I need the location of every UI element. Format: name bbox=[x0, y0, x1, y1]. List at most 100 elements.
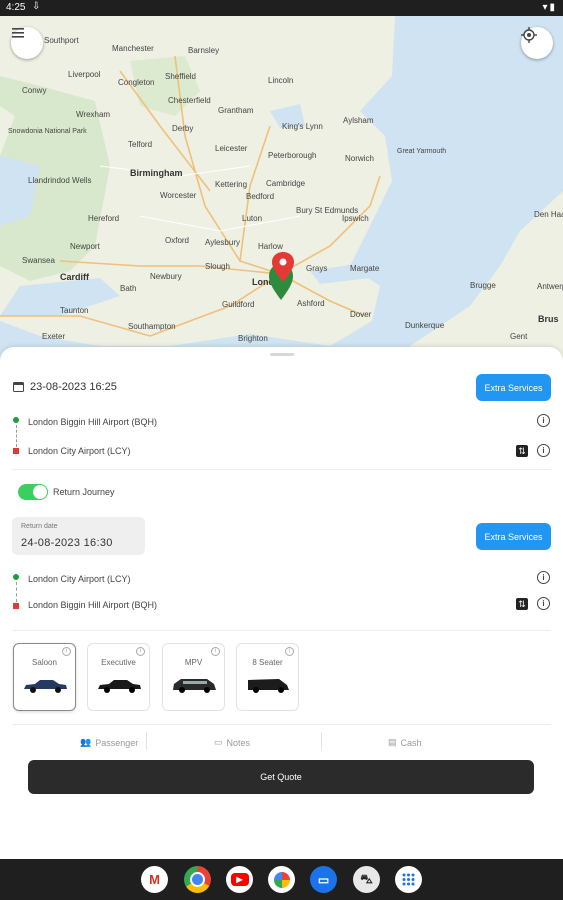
map-label-kettering: Kettering bbox=[215, 180, 248, 189]
map-label-exeter: Exeter bbox=[42, 332, 66, 341]
notes-option[interactable]: ▭ Notes bbox=[214, 737, 250, 748]
map-label-taunton: Taunton bbox=[60, 306, 89, 315]
vehicle-name: MPV bbox=[184, 658, 203, 667]
separator bbox=[146, 732, 147, 750]
map-label-leicester: Leicester bbox=[215, 144, 248, 153]
map-label-den-haag: Den Haag bbox=[534, 210, 563, 219]
map-label-aylsham: Aylsham bbox=[343, 116, 374, 125]
map-label-gent: Gent bbox=[510, 332, 528, 341]
map-label-liverpool: Liverpool bbox=[68, 70, 101, 79]
return-date-field[interactable]: Return date 24-08-2023 16:30 bbox=[12, 517, 145, 555]
map-label-southport: Southport bbox=[44, 36, 79, 45]
vehicle-card-executive[interactable]: i Executive bbox=[87, 643, 150, 711]
map-label-aylesbury: Aylesbury bbox=[205, 238, 240, 247]
map-label-llandrindod: Llandrindod Wells bbox=[28, 176, 92, 185]
return-pickup[interactable]: London City Airport (LCY) bbox=[28, 574, 131, 584]
map-label-ashford: Ashford bbox=[297, 299, 325, 308]
drag-handle[interactable] bbox=[270, 353, 294, 356]
vehicle-card-saloon[interactable]: i Saloon bbox=[13, 643, 76, 711]
gmail-icon[interactable]: M bbox=[141, 866, 168, 893]
executive-car-icon bbox=[98, 680, 141, 693]
return-date-label: Return date bbox=[21, 523, 58, 530]
map-label-chesterfield: Chesterfield bbox=[168, 96, 211, 105]
map-label-barnsley: Barnsley bbox=[188, 46, 220, 55]
pin-dot bbox=[279, 258, 287, 266]
map-label-margate: Margate bbox=[350, 264, 380, 273]
grid-dots bbox=[402, 873, 415, 886]
map-label-great-yarmouth: Great Yarmouth bbox=[397, 148, 447, 155]
map-pins[interactable] bbox=[266, 252, 296, 302]
return-dropoff[interactable]: London Biggin Hill Airport (BQH) bbox=[28, 600, 157, 610]
map-label-snowdonia: Snowdonia National Park bbox=[8, 128, 87, 135]
map-label-telford: Telford bbox=[128, 140, 153, 149]
divider bbox=[12, 724, 551, 725]
payment-option[interactable]: ▤ Cash bbox=[388, 737, 422, 748]
info-icon[interactable]: i bbox=[211, 647, 220, 656]
vehicle-name: Executive bbox=[101, 658, 136, 667]
map-view[interactable]: Southport Manchester Barnsley Liverpool … bbox=[0, 16, 563, 361]
passenger-option[interactable]: 👥 Passenger bbox=[80, 737, 138, 748]
get-quote-button[interactable]: Get Quote bbox=[28, 760, 534, 794]
map-label-antwerp: Antwerp bbox=[537, 282, 563, 291]
map-label-cambridge: Cambridge bbox=[266, 179, 306, 188]
map-label-brugge: Brugge bbox=[470, 281, 496, 290]
chrome-icon[interactable] bbox=[184, 866, 211, 893]
info-icon[interactable]: i bbox=[285, 647, 294, 656]
vehicle-card-mpv[interactable]: i MPV bbox=[162, 643, 225, 711]
messages-icon[interactable]: ▭ bbox=[310, 866, 337, 893]
locate-me-button[interactable] bbox=[521, 27, 553, 59]
app-drawer-icon[interactable] bbox=[395, 866, 422, 893]
vehicle-card-8-seater[interactable]: i 8 Seater bbox=[236, 643, 299, 711]
map-label-peterborough: Peterborough bbox=[268, 151, 317, 160]
map-label-hereford: Hereford bbox=[88, 214, 120, 223]
map-label-grantham: Grantham bbox=[218, 106, 254, 115]
photos-icon[interactable] bbox=[268, 866, 295, 893]
map-label-swansea: Swansea bbox=[22, 256, 55, 265]
pickup-datetime[interactable]: 23-08-2023 16:25 bbox=[30, 381, 117, 393]
map-label-bedford: Bedford bbox=[246, 192, 275, 201]
youtube-play: ▶ bbox=[230, 873, 249, 886]
map-label-brighton: Brighton bbox=[238, 334, 268, 343]
info-icon[interactable]: i bbox=[537, 597, 550, 610]
outbound-dropoff[interactable]: London City Airport (LCY) bbox=[28, 446, 131, 456]
menu-button[interactable] bbox=[11, 27, 43, 59]
map-label-southampton: Southampton bbox=[128, 322, 176, 331]
map-label-wrexham: Wrexham bbox=[76, 110, 111, 119]
info-icon[interactable]: i bbox=[62, 647, 71, 656]
battery-icon: ▮ bbox=[549, 2, 557, 13]
map-label-worcester: Worcester bbox=[160, 191, 197, 200]
map-label-manchester: Manchester bbox=[112, 44, 154, 53]
map-label-congleton: Congleton bbox=[118, 78, 155, 87]
photos-pinwheel bbox=[273, 871, 290, 888]
map-label-birmingham: Birmingham bbox=[130, 168, 183, 178]
map-label-luton: Luton bbox=[242, 214, 263, 223]
info-icon[interactable]: i bbox=[537, 571, 550, 584]
return-journey-toggle[interactable] bbox=[18, 484, 48, 500]
swap-icon[interactable]: ⇅ bbox=[516, 598, 528, 610]
pickup-dot bbox=[13, 417, 19, 423]
status-time: 4:25 bbox=[6, 2, 26, 13]
map-label-harlow: Harlow bbox=[258, 242, 283, 251]
map-label-kings-lynn: King's Lynn bbox=[282, 122, 323, 131]
return-dropoff-dot bbox=[13, 603, 19, 609]
passenger-label: Passenger bbox=[95, 737, 139, 748]
download-arrow-icon: ⇩ bbox=[32, 1, 41, 12]
outbound-pickup[interactable]: London Biggin Hill Airport (BQH) bbox=[28, 417, 157, 427]
info-icon[interactable]: i bbox=[537, 444, 550, 457]
youtube-icon[interactable]: ▶ bbox=[226, 866, 253, 893]
map-label-brussels: Brus bbox=[538, 314, 559, 324]
info-icon[interactable]: i bbox=[136, 647, 145, 656]
taxi-app-icon[interactable]: ⛍ bbox=[353, 866, 380, 893]
status-bar: 4:25 ⇩ ▾▮ bbox=[0, 0, 563, 16]
chrome-center bbox=[190, 872, 205, 887]
hamburger-icon bbox=[12, 28, 24, 38]
comment-icon: ▭ bbox=[214, 737, 223, 747]
map-label-dunkerque: Dunkerque bbox=[405, 321, 445, 330]
extra-services-button-return[interactable]: Extra Services bbox=[476, 523, 551, 550]
divider bbox=[12, 630, 551, 631]
info-icon[interactable]: i bbox=[537, 414, 550, 427]
extra-services-button[interactable]: Extra Services bbox=[476, 374, 551, 401]
saloon-car-icon bbox=[24, 680, 67, 693]
map-label-newport: Newport bbox=[70, 242, 100, 251]
swap-icon[interactable]: ⇅ bbox=[516, 445, 528, 457]
